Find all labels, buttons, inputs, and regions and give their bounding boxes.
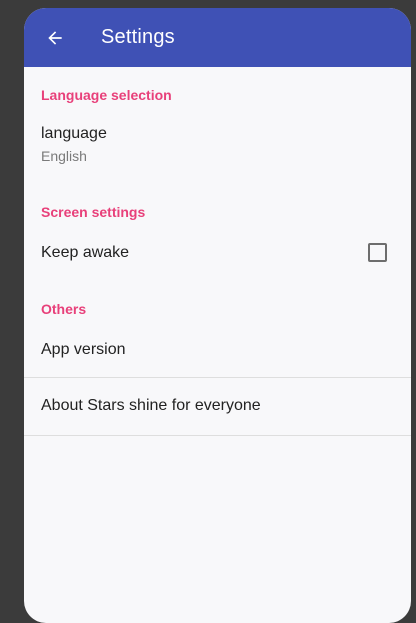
page-title: Settings xyxy=(101,26,175,48)
language-summary: English xyxy=(41,148,87,164)
about-preference[interactable]: About Stars shine for everyone xyxy=(24,378,411,434)
divider xyxy=(24,435,411,436)
about-title: About Stars shine for everyone xyxy=(41,397,261,414)
back-button[interactable] xyxy=(31,14,79,62)
app-version-preference[interactable]: App version xyxy=(24,325,411,377)
app-version-title: App version xyxy=(41,341,126,358)
app-bar: Settings xyxy=(24,8,411,67)
language-title: language xyxy=(41,125,107,142)
section-header-others: Others xyxy=(41,301,87,317)
phone-screen: Settings Language selection language Eng… xyxy=(24,8,411,623)
arrow-left-icon xyxy=(48,30,62,45)
language-preference[interactable]: language English xyxy=(24,117,411,179)
keep-awake-preference[interactable]: Keep awake xyxy=(24,229,411,279)
keep-awake-title: Keep awake xyxy=(41,244,130,261)
section-header-language: Language selection xyxy=(41,87,172,103)
section-header-screen: Screen settings xyxy=(41,204,146,220)
keep-awake-checkbox[interactable] xyxy=(368,243,387,262)
